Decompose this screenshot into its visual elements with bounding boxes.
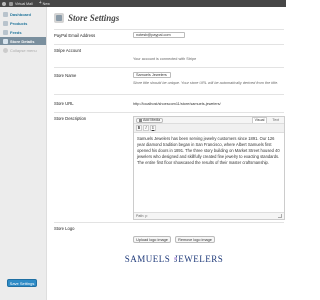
- store-description-row: Store Description Add Media Visual Text …: [54, 112, 285, 222]
- sidebar-item-label: Products: [10, 20, 28, 26]
- editor-path: Path: p: [136, 214, 148, 218]
- sidebar-item-label: Collapse menu: [10, 47, 37, 53]
- store-logo-row: Store Logo Upload logo image Remove logo…: [54, 222, 284, 277]
- collapse-menu-button[interactable]: Collapse menu: [0, 46, 46, 54]
- sidebar-item-products[interactable]: Products: [0, 19, 46, 27]
- wordpress-logo-icon[interactable]: [2, 1, 6, 6]
- paypal-email-input[interactable]: notesb@paypal.com: [133, 32, 185, 38]
- upload-logo-button[interactable]: Upload logo image: [133, 236, 171, 243]
- paypal-label: PayPal Email Address: [54, 33, 96, 38]
- store-name-row: Store Name Samuels Jewelers Store title …: [54, 67, 284, 94]
- underline-button[interactable]: U: [150, 125, 156, 131]
- page-header: Store Settings: [54, 13, 119, 23]
- store-name-description: Store title should be unique. Your store…: [133, 81, 279, 85]
- store-url-label: Store URL: [54, 101, 74, 106]
- media-icon: [139, 118, 142, 122]
- add-media-button[interactable]: Add Media: [136, 117, 164, 123]
- plus-icon: +: [38, 0, 42, 6]
- editor-footer: Path: p: [134, 212, 284, 219]
- remove-logo-button[interactable]: Remove logo image: [175, 236, 215, 243]
- sidebar-item-label: Store Details: [10, 38, 35, 44]
- sidebar-item-label: Dashboard: [10, 11, 31, 17]
- admin-sidebar: Dashboard Products Feeds Store Details C…: [0, 7, 47, 300]
- editor-header: Add Media Visual Text: [134, 117, 284, 124]
- add-media-label: Add Media: [143, 118, 161, 122]
- store-settings-icon: [54, 13, 64, 23]
- bold-button[interactable]: B: [136, 125, 142, 131]
- store-name-input[interactable]: Samuels Jewelers: [133, 72, 171, 78]
- description-editor: Add Media Visual Text B I U Samuels Jewe…: [133, 116, 285, 220]
- products-icon: [3, 20, 8, 26]
- stripe-row: Stripe Account Your account is connected…: [54, 44, 284, 67]
- editor-tabs: Visual Text: [251, 117, 282, 123]
- site-name-label: Virtual Mall: [15, 1, 33, 6]
- store-name-label: Store Name: [54, 73, 77, 78]
- store-url-value: http://localhost/shoescom11/store/samuel…: [133, 102, 221, 106]
- home-icon: [9, 1, 13, 6]
- store-logo-label: Store Logo: [54, 226, 75, 231]
- resize-handle-icon[interactable]: [278, 214, 282, 218]
- new-label: New: [42, 1, 50, 6]
- sidebar-item-store-details[interactable]: Store Details: [0, 37, 46, 45]
- store-url-row: Store URL http://localhost/shoescom11/st…: [54, 94, 284, 112]
- store-icon: [3, 38, 8, 44]
- sidebar-item-dashboard[interactable]: Dashboard: [0, 10, 46, 18]
- logo-text-right: JEWELERS: [174, 254, 224, 264]
- stripe-label: Stripe Account: [54, 48, 82, 53]
- page-title: Store Settings: [68, 13, 120, 23]
- stripe-status: Your account is connected with Stripe: [133, 57, 197, 61]
- main-content: Store Settings PayPal Email Address note…: [47, 7, 286, 300]
- italic-button[interactable]: I: [143, 125, 149, 131]
- paypal-row: PayPal Email Address notesb@paypal.com: [54, 29, 284, 44]
- feeds-icon: [3, 29, 8, 35]
- site-name-link[interactable]: Virtual Mall: [9, 1, 33, 6]
- admin-menu: Dashboard Products Feeds Store Details C…: [0, 7, 46, 54]
- tab-visual[interactable]: Visual: [251, 117, 268, 123]
- sidebar-item-feeds[interactable]: Feeds: [0, 28, 46, 36]
- sidebar-item-label: Feeds: [10, 29, 22, 35]
- editor-toolbar: B I U: [134, 124, 284, 133]
- store-description-label: Store Description: [54, 116, 87, 121]
- new-content-link[interactable]: + New: [39, 1, 50, 6]
- store-logo-image: SAMUELS JEWELERS: [125, 249, 223, 269]
- save-settings-button[interactable]: Save Settings: [7, 279, 37, 287]
- admin-bar: Virtual Mall + New: [0, 0, 286, 7]
- logo-text-left: SAMUELS: [124, 254, 171, 264]
- collapse-icon: [3, 47, 8, 53]
- tab-text[interactable]: Text: [269, 117, 282, 123]
- description-textarea[interactable]: Samuels Jewelers has been serving jewelr…: [134, 133, 284, 212]
- dashboard-icon: [3, 11, 8, 17]
